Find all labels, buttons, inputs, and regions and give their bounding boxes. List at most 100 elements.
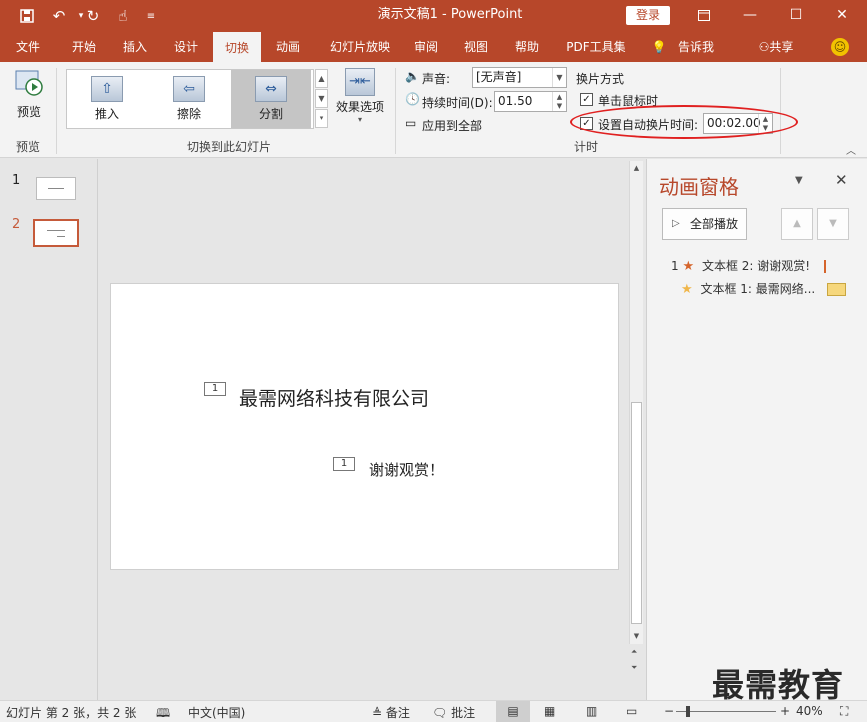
scroll-up-icon[interactable]: ▲ — [630, 161, 643, 175]
next-slide-icon[interactable]: ⏷ — [631, 663, 637, 673]
tab-pdf-tools[interactable]: PDF工具集 — [560, 32, 632, 62]
title-bar: ↶ ▾ ↻ ☝ ≡ 演示文稿1 - PowerPoint 登录 — ☐ ✕ — [0, 0, 867, 32]
spinner-arrows-icon[interactable]: ▲ ▼ — [552, 92, 566, 111]
transition-wipe[interactable]: ⇦ 擦除 — [149, 70, 229, 128]
preview-button[interactable]: 预览 — [8, 68, 50, 130]
on-click-checkbox[interactable]: ✓ — [580, 93, 593, 106]
tab-insert[interactable]: 插入 — [111, 32, 159, 62]
move-down-button[interactable]: ▼ — [817, 208, 849, 240]
reading-view-icon[interactable]: ▥ — [586, 704, 597, 718]
push-arrow-icon: ⇧ — [91, 76, 123, 102]
maximize-icon[interactable]: ☐ — [773, 0, 819, 30]
close-pane-icon[interactable]: ✕ — [835, 171, 848, 189]
lightbulb-icon: 💡 — [651, 40, 667, 54]
slide-number-2: 2 — [12, 217, 21, 232]
touch-mode-icon[interactable]: ☝ — [110, 0, 136, 32]
spellcheck-icon[interactable]: 🕮 — [156, 704, 170, 722]
prev-slide-icon[interactable]: ⏶ — [631, 647, 637, 657]
star-icon: ★ — [681, 282, 693, 297]
pane-options-icon[interactable]: ▼ — [795, 175, 803, 186]
login-button[interactable]: 登录 — [626, 6, 670, 25]
highlight-circle — [570, 105, 798, 139]
advance-slide-title: 换片方式 — [576, 72, 625, 86]
vertical-scrollbar[interactable]: ▲ ▼ — [629, 161, 643, 644]
ribbon-display-icon[interactable] — [681, 0, 727, 30]
scroll-thumb[interactable] — [631, 402, 642, 624]
animation-order-tag[interactable]: 1 — [333, 457, 355, 471]
timing-bar — [827, 283, 847, 296]
effect-options-button[interactable]: ⇥⇤ 效果选项 ▾ — [332, 68, 388, 134]
zoom-in-icon[interactable]: + — [780, 704, 790, 718]
sound-label: 声音: — [422, 72, 451, 86]
tell-me-search[interactable]: 告诉我 — [672, 32, 720, 62]
chevron-down-icon: ▾ — [357, 115, 362, 124]
gallery-scroll-up[interactable]: ▲ — [315, 69, 328, 88]
share-button[interactable]: ⚇共享 — [748, 32, 804, 62]
gallery-more[interactable]: ▾ — [315, 109, 328, 128]
effect-options-icon: ⇥⇤ — [345, 68, 375, 96]
customize-icon[interactable]: ≡ — [138, 0, 164, 32]
clock-icon: 🕓 — [405, 92, 420, 106]
transition-split[interactable]: ⇔ 分割 — [231, 70, 311, 128]
duration-label: 持续时间(D): — [422, 96, 493, 110]
split-arrows-icon: ⇔ — [255, 76, 287, 102]
share-icon: ⚇ — [758, 40, 770, 54]
zoom-out-icon[interactable]: − — [664, 704, 674, 718]
tab-view[interactable]: 视图 — [452, 32, 500, 62]
slide-thumbnails-pane: 1 2 — [0, 159, 98, 700]
animation-pane: 动画窗格 ▼ ✕ ▷ 全部播放 ▲ ▼ 1 ★ 文本框 2: 谢谢观赏! ★ 文… — [646, 159, 867, 700]
slide-number-1: 1 — [12, 173, 21, 188]
duration-spinner[interactable]: 01.50 ▲ ▼ — [494, 91, 567, 112]
tab-file[interactable]: 文件 — [4, 32, 52, 62]
slide-title-textbox[interactable]: 最需网络科技有限公司 — [239, 384, 429, 411]
slide-sorter-icon[interactable]: ▦ — [544, 704, 555, 718]
collapse-ribbon-icon[interactable]: ︿ — [846, 142, 856, 157]
status-bar: 幻灯片 第 2 张，共 2 张 🕮 中文(中国) ≜ 备注 🗨 批注 ▤ ▦ ▥… — [0, 700, 867, 722]
zoom-slider-thumb[interactable] — [686, 706, 690, 717]
slideshow-icon[interactable]: ▭ — [626, 704, 637, 718]
transition-gallery: ⇧ 推入 ⇦ 擦除 ⇔ 分割 — [66, 69, 314, 129]
language-indicator[interactable]: 中文(中国) — [188, 704, 245, 721]
group-label-preview: 预览 — [15, 140, 40, 154]
thumb-text-line — [48, 188, 64, 189]
play-all-button[interactable]: ▷ 全部播放 — [662, 208, 747, 240]
current-slide[interactable]: 1 最需网络科技有限公司 1 谢谢观赏！ — [110, 283, 619, 570]
separator — [56, 68, 57, 154]
close-icon[interactable]: ✕ — [819, 0, 865, 30]
animation-order-tag[interactable]: 1 — [204, 382, 226, 396]
tab-design[interactable]: 设计 — [162, 32, 210, 62]
slide-thumbnail-2[interactable] — [33, 219, 79, 247]
minimize-icon[interactable]: — — [727, 0, 773, 30]
chevron-down-icon: ▼ — [552, 68, 566, 87]
redo-icon[interactable]: ↻ — [80, 0, 106, 32]
group-label-transitions: 切换到此幻灯片 — [186, 140, 271, 154]
animation-pane-title: 动画窗格 — [659, 175, 739, 199]
apply-to-all-button[interactable]: 应用到全部 — [422, 117, 482, 134]
feedback-smiley-icon[interactable]: ☺ — [831, 38, 849, 56]
tab-animations[interactable]: 动画 — [264, 32, 312, 62]
tab-home[interactable]: 开始 — [60, 32, 108, 62]
slide-thumbnail-1[interactable] — [36, 177, 76, 200]
thumb-text-line — [57, 236, 65, 237]
tab-slideshow[interactable]: 幻灯片放映 — [320, 32, 400, 62]
tab-transitions[interactable]: 切换 — [213, 32, 261, 63]
slide-subtitle-textbox[interactable]: 谢谢观赏！ — [369, 459, 444, 480]
animation-item-2[interactable]: ★ 文本框 1: 最需网络... — [681, 280, 847, 297]
comment-icon: 🗨 — [432, 706, 448, 720]
move-up-button[interactable]: ▲ — [781, 208, 813, 240]
sound-select[interactable]: [无声音] ▼ — [472, 67, 567, 88]
zoom-slider[interactable] — [676, 711, 776, 712]
normal-view-icon[interactable]: ▤ — [496, 701, 530, 722]
tab-review[interactable]: 审阅 — [402, 32, 450, 62]
gallery-scroll-down[interactable]: ▼ — [315, 89, 328, 108]
comments-button[interactable]: 🗨 批注 — [432, 704, 475, 721]
tab-help[interactable]: 帮助 — [503, 32, 551, 62]
fit-to-window-icon[interactable]: ⛶ — [840, 704, 848, 719]
scroll-down-icon[interactable]: ▼ — [630, 629, 643, 643]
zoom-level[interactable]: 40% — [796, 704, 823, 718]
animation-item-1[interactable]: 1 ★ 文本框 2: 谢谢观赏! — [671, 257, 826, 274]
sound-icon: 🔈 — [405, 69, 420, 83]
notes-button[interactable]: ≜ 备注 — [372, 704, 410, 721]
transition-push[interactable]: ⇧ 推入 — [67, 70, 147, 128]
save-icon[interactable] — [14, 0, 40, 32]
